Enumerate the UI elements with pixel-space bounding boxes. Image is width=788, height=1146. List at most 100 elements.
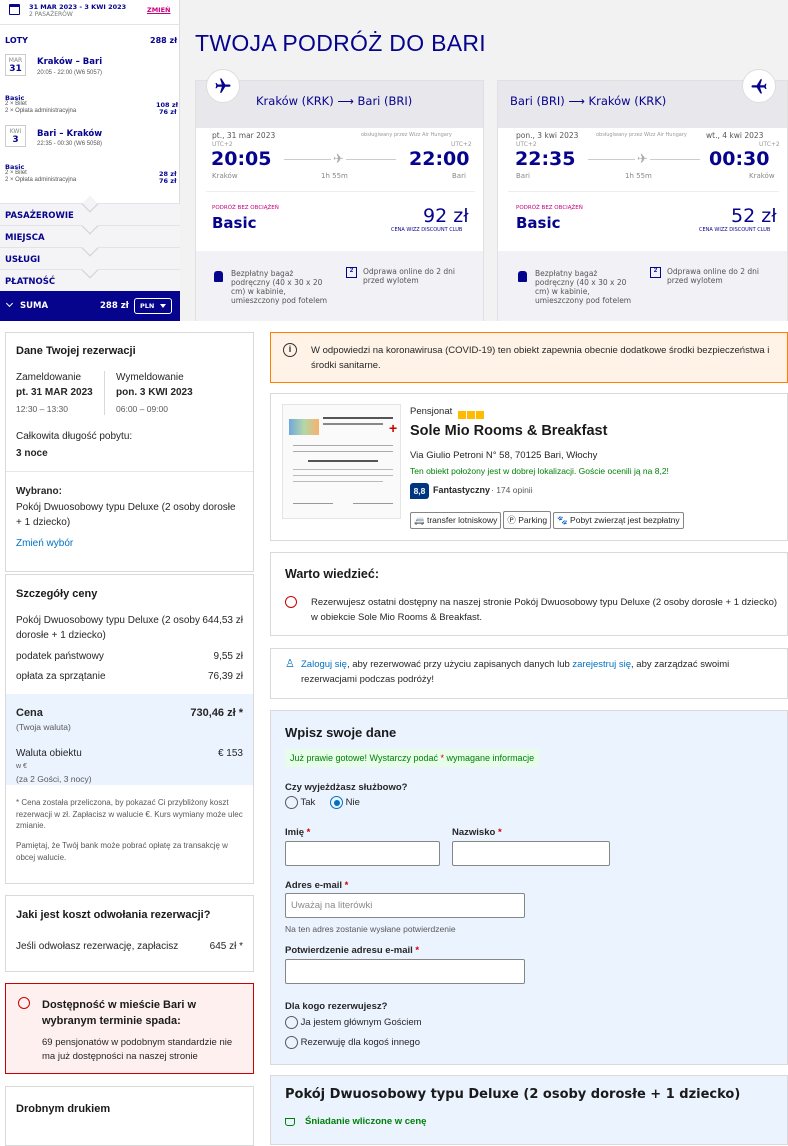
- operator: obsługiwany przez Wizz Air Hungary: [361, 132, 452, 138]
- utc-to: UTC+2: [451, 141, 472, 148]
- certificate-line: [293, 469, 393, 470]
- worth-title: Warto wiedzieć:: [285, 567, 379, 581]
- price-title: Szczegóły ceny: [16, 588, 98, 600]
- register-link[interactable]: zarejestruj się: [572, 659, 631, 670]
- divider: [206, 191, 475, 192]
- calendar-2-icon: 2: [650, 267, 661, 278]
- currency-select[interactable]: PLN: [134, 298, 172, 314]
- email-confirm-input[interactable]: [285, 959, 525, 984]
- sum-label: SUMA: [19, 301, 49, 311]
- price-details-card: Szczegóły ceny Pokój Dwuosobowy typu Del…: [5, 574, 254, 884]
- radio-business-no[interactable]: Nie: [330, 796, 360, 809]
- covid-text: W odpowiedzi na koronawirusa (COVID-19) …: [311, 345, 770, 371]
- fine-print-card: Drobnym drukiem: [5, 1086, 254, 1146]
- pet-icon: 🐾: [557, 515, 568, 525]
- flight2-route: Bari – Kraków: [37, 129, 103, 139]
- form-notice-a: Już prawie gotowe! Wystarczy podać: [290, 753, 438, 763]
- bundle-price: 92 zł: [423, 205, 469, 227]
- cancellation-text: Jeśli odwołasz rezerwację, zapłacisz: [16, 941, 179, 952]
- bank-fee-note: Pamiętaj, że Twój bank może pobrać opłat…: [16, 841, 228, 862]
- form-title: Wpisz swoje dane: [285, 725, 397, 740]
- total-value: 730,46 zł *: [190, 707, 243, 719]
- bundle-label: PODRÓŻ BEZ OBCIĄŻEŃ: [516, 205, 583, 211]
- property-address: Via Giulio Petroni N° 58, 70125 Bari, Wł…: [410, 450, 598, 461]
- amenity-pets: 🐾 Pobyt zwierząt jest bezpłatny: [553, 512, 684, 529]
- amenity-label: Parking: [518, 515, 548, 525]
- flight2-date-box: KWI 3: [5, 125, 26, 147]
- calendar-icon: [9, 4, 20, 15]
- change-button[interactable]: ZMIEŃ: [147, 6, 170, 14]
- star-icon: [467, 410, 475, 419]
- club-price-label: CENA WIZZ DISCOUNT CLUB: [699, 227, 771, 233]
- checkin-date: pt. 31 MAR 2023: [16, 387, 93, 398]
- first-name-label: Imię *: [285, 825, 310, 840]
- certificate-line: [323, 423, 383, 425]
- alarm-clock-icon: [18, 997, 30, 1009]
- radio-business-yes[interactable]: Tak: [285, 796, 315, 809]
- certificate-line: [293, 503, 333, 504]
- cleaning-label: opłata za sprzątanie: [16, 671, 106, 682]
- divider: [104, 371, 105, 415]
- radio-circle: [285, 1016, 298, 1029]
- checkin-label: Zameldowanie: [16, 372, 82, 383]
- total-label: Cena: [16, 707, 43, 719]
- parking-icon: Ⓟ: [507, 515, 516, 525]
- checkout-label: Wymeldowanie: [116, 372, 184, 383]
- tax-label: podatek państwowy: [16, 651, 104, 662]
- worth-text: Rezerwujesz ostatni dostępny na naszej s…: [311, 597, 778, 623]
- radio-someone-else[interactable]: Rezerwuję dla kogoś innego: [285, 1036, 420, 1049]
- availability-text: 69 pensjonatów w podobnym standardzie ni…: [42, 1037, 233, 1062]
- location-note: Ten obiekt położony jest w dobrej lokali…: [410, 466, 669, 476]
- login-text: Zaloguj się, aby rezerwować przy użyciu …: [301, 657, 771, 687]
- bundle-name: Basic: [212, 214, 257, 232]
- user-icon: ♙: [285, 658, 295, 670]
- trip-passengers: 2 PASAŻERÓW: [29, 11, 73, 18]
- first-name-input[interactable]: [285, 841, 440, 866]
- required-asterisk: *: [415, 945, 420, 956]
- departure-time: 20:05: [211, 148, 272, 170]
- cleaning-value: 76,39 zł: [207, 671, 243, 682]
- duration: 1h 55m: [321, 172, 348, 180]
- caret-down-icon: [160, 304, 166, 308]
- radio-main-guest[interactable]: Ja jestem głównym Gościem: [285, 1016, 422, 1029]
- section-payment[interactable]: PŁATNOŚĆ: [0, 261, 180, 291]
- hotel-currency-sub: w €: [16, 763, 27, 770]
- flights-label: LOTY: [5, 36, 28, 45]
- arrival-time: 22:00: [409, 148, 470, 170]
- duration: 1h 55m: [625, 172, 652, 180]
- login-text-mid: , aby rezerwować przy użyciu zapisanych …: [346, 659, 573, 670]
- flight1-route: Kraków – Bari: [37, 57, 103, 67]
- trip-dates: 31 MAR 2023 - 3 KWI 2023: [29, 3, 127, 11]
- rating-stars: [458, 406, 485, 424]
- bundle-label: PODRÓŻ BEZ OBCIĄŻEŃ: [212, 205, 279, 211]
- email-placeholder: Uważaj na literówki: [291, 900, 373, 911]
- label-text: Adres e-mail: [285, 880, 343, 891]
- plane-icon: [206, 69, 240, 103]
- form-notice: Już prawie gotowe! Wystarczy podać * wym…: [285, 749, 540, 767]
- amenity-chips: 🚐 transfer lotniskowy Ⓟ Parking 🐾 Pobyt zw…: [410, 510, 686, 529]
- change-selection-link[interactable]: Zmień wybór: [16, 536, 73, 551]
- checkout-time: 06:00 – 09:00: [116, 404, 168, 414]
- availability-alert: Dostępność w mieście Bari w wybranym ter…: [5, 983, 254, 1074]
- last-name-input[interactable]: [452, 841, 610, 866]
- cancellation-price: 645 zł *: [209, 941, 243, 952]
- certificate-line: [293, 445, 393, 446]
- property-name: Sole Mio Rooms & Breakfast: [410, 423, 608, 439]
- bundle-price: 52 zł: [731, 205, 777, 227]
- property-photo[interactable]: +: [282, 404, 401, 519]
- sum-bar[interactable]: SUMA 288 zł PLN: [0, 291, 180, 321]
- clock-icon: [285, 596, 297, 608]
- plane-small-icon: ✈: [635, 151, 650, 167]
- required-asterisk: *: [497, 827, 502, 838]
- worth-knowing-card: Warto wiedzieć: Rezerwujesz ostatni dost…: [270, 552, 788, 636]
- stay-length-label: Całkowita długość pobytu:: [16, 431, 133, 442]
- cancellation-title: Jaki jest koszt odwołania rezerwacji?: [16, 909, 211, 921]
- required-asterisk: *: [306, 827, 311, 838]
- room-card: Pokój Dwuosobowy typu Deluxe (2 osoby do…: [270, 1075, 788, 1145]
- hotel-currency-value: € 153: [217, 748, 243, 759]
- conversion-note: * Cena została przeliczona, by pokazać C…: [16, 798, 243, 830]
- coffee-icon: [285, 1118, 295, 1126]
- login-link[interactable]: Zaloguj się: [301, 659, 347, 670]
- wizz-region: 31 MAR 2023 - 3 KWI 2023 2 PASAŻERÓW ZMI…: [0, 0, 788, 321]
- email-input[interactable]: Uważaj na literówki: [285, 893, 525, 918]
